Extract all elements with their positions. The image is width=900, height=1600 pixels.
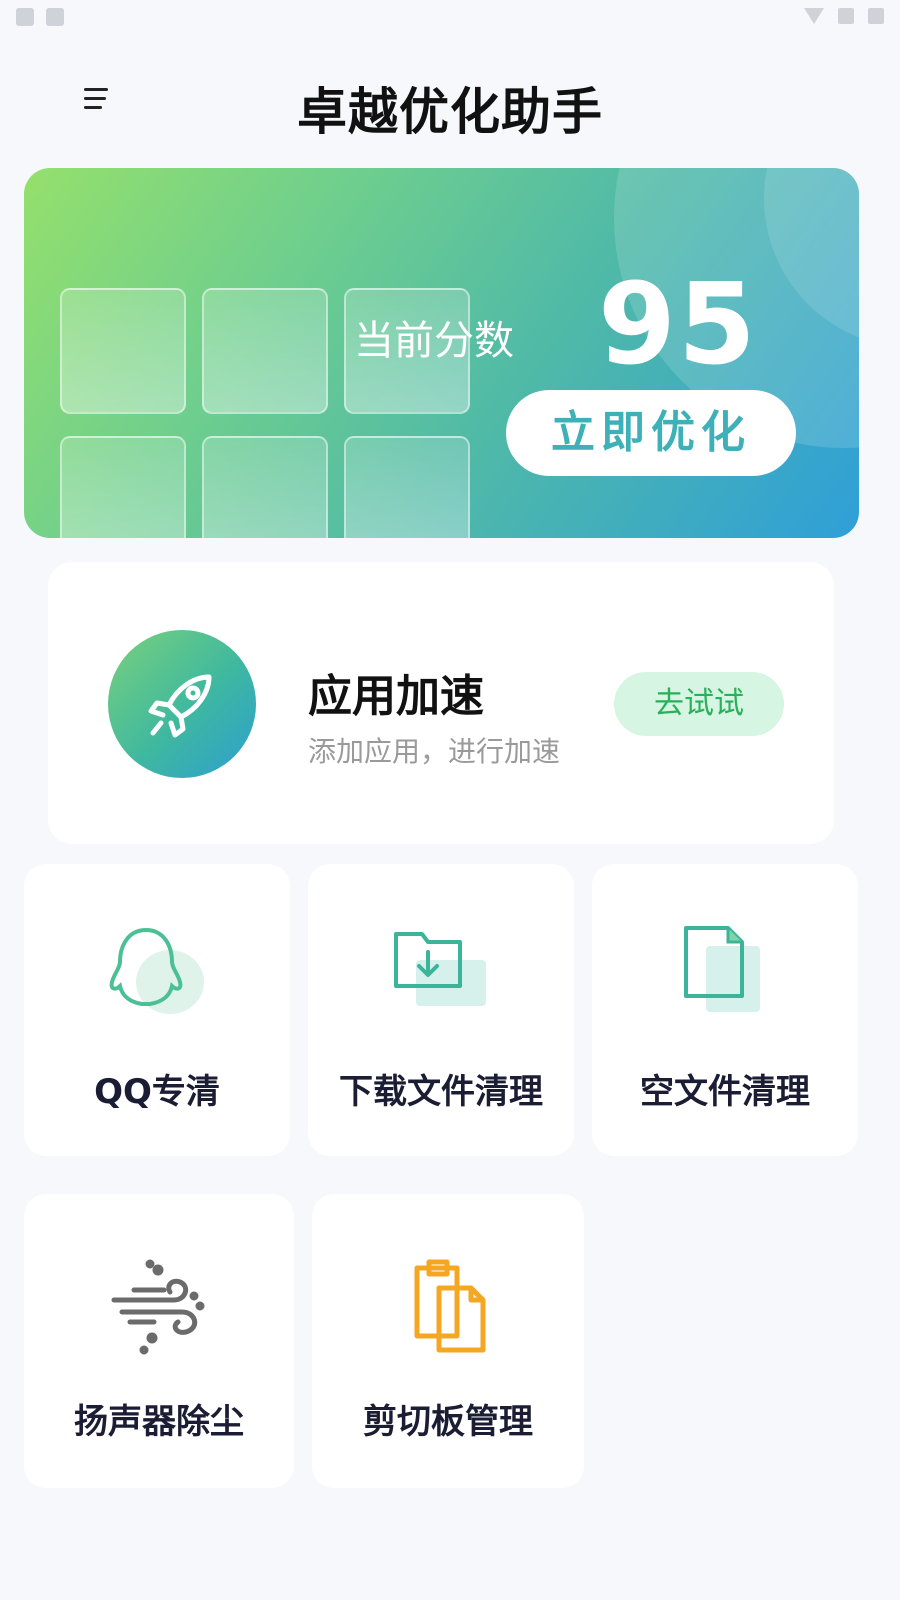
score-card: 当前分数 95 立即优化 <box>24 168 859 538</box>
qq-penguin-icon <box>24 920 290 1030</box>
decorative-tile <box>344 436 470 538</box>
try-it-button[interactable]: 去试试 <box>614 672 784 736</box>
feature-download-clean[interactable]: 下载文件清理 <box>308 864 574 1156</box>
feature-qq-clean[interactable]: QQ专清 <box>24 864 290 1156</box>
speaker-dust-icon <box>24 1250 294 1360</box>
battery-icon <box>868 8 884 24</box>
clipboard-icon <box>312 1250 584 1360</box>
accelerate-title: 应用加速 <box>308 671 484 722</box>
signal-icon <box>838 8 854 24</box>
score-value: 95 <box>598 260 758 390</box>
decorative-tile <box>202 436 328 538</box>
feature-label: 下载文件清理 <box>339 1072 543 1112</box>
notification-icon <box>16 8 34 26</box>
decorative-tile <box>60 288 186 414</box>
feature-label: 扬声器除尘 <box>74 1402 244 1442</box>
accelerate-subtitle: 添加应用，进行加速 <box>308 735 561 768</box>
decorative-tile <box>202 288 328 414</box>
feature-label: QQ专清 <box>94 1072 220 1112</box>
empty-file-icon <box>592 920 858 1030</box>
score-label: 当前分数 <box>354 318 514 364</box>
app-accelerate-card[interactable]: 应用加速 添加应用，进行加速 去试试 <box>48 562 834 844</box>
feature-label: 空文件清理 <box>640 1072 810 1112</box>
decorative-tile <box>60 436 186 538</box>
feature-clipboard-manage[interactable]: 剪切板管理 <box>312 1194 584 1488</box>
status-bar <box>0 0 900 36</box>
feature-speaker-dust[interactable]: 扬声器除尘 <box>24 1194 294 1488</box>
download-folder-icon <box>308 920 574 1030</box>
optimize-now-button[interactable]: 立即优化 <box>506 390 796 476</box>
wifi-icon <box>804 8 824 24</box>
page-title: 卓越优化助手 <box>297 83 603 141</box>
notification-icon <box>46 8 64 26</box>
app-bar: 卓越优化助手 <box>0 60 900 150</box>
rocket-icon <box>108 630 256 778</box>
feature-empty-file-clean[interactable]: 空文件清理 <box>592 864 858 1156</box>
feature-label: 剪切板管理 <box>363 1402 533 1442</box>
